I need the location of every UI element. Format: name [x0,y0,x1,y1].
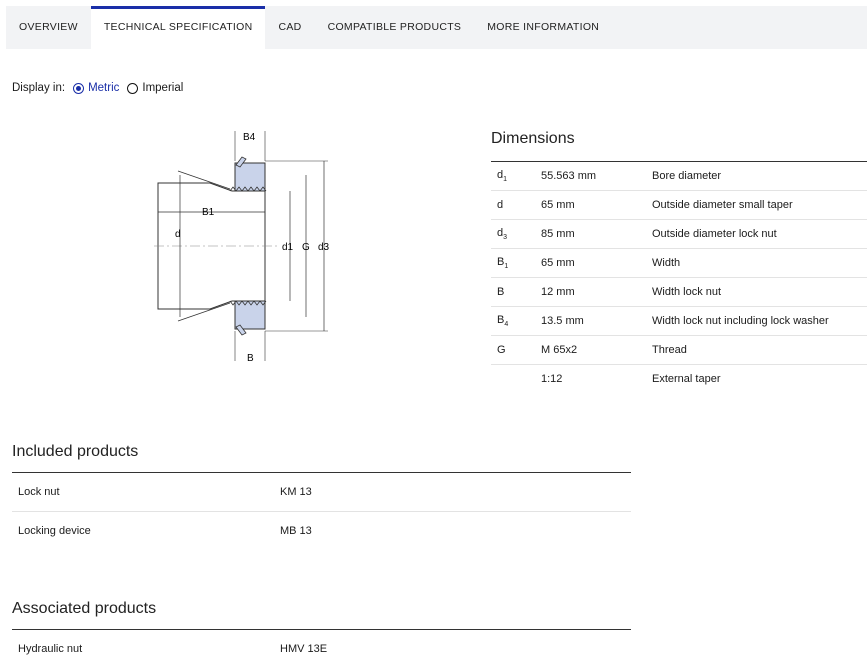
imperial-radio[interactable] [127,82,139,94]
table-row: Locking device MB 13 [12,512,631,550]
associated-products-title: Associated products [12,600,157,617]
label-b1: B1 [202,207,215,218]
symbol: d3 [497,226,508,242]
label-b: B [247,353,254,364]
product-name: Locking device [18,525,91,537]
table-row: Hydraulic nut HMV 13E [12,630,631,668]
table-row: d1 55.563 mm Bore diameter [491,162,867,191]
table-row: 1:12 External taper [491,365,867,393]
label-d3: d3 [318,242,330,253]
tab-more-information[interactable]: MORE INFORMATION [474,6,612,49]
value: M 65x2 [541,344,578,356]
table-row: B4 13.5 mm Width lock nut including lock… [491,307,867,336]
description: External taper [652,373,721,385]
table-row: B1 65 mm Width [491,249,867,278]
metric-radio[interactable] [73,82,85,94]
symbol: G [497,344,506,356]
product-designation[interactable]: MB 13 [280,525,631,537]
product-designation[interactable]: HMV 13E [280,643,631,655]
description: Width lock nut [652,286,722,298]
unit-selector: Display in: Metric Imperial [12,82,183,94]
table-row: Lock nut KM 13 [12,473,631,512]
symbol: B [497,286,505,298]
symbol: d1 [497,168,508,184]
label-g: G [302,242,310,253]
description: Outside diameter lock nut [652,228,777,240]
table-row: d 65 mm Outside diameter small taper [491,191,867,220]
description: Width [652,257,681,269]
table-row: d3 85 mm Outside diameter lock nut [491,220,867,249]
adapter-sleeve-diagram: B4 B1 d d1 G d3 B [154,131,330,364]
value: 1:12 [541,373,563,385]
included-products-title: Included products [12,443,139,460]
tab-overview[interactable]: OVERVIEW [6,6,91,49]
table-row: B 12 mm Width lock nut [491,278,867,307]
symbol: d [497,199,504,211]
dimensions-title: Dimensions [491,130,575,147]
symbol: B1 [497,255,509,271]
lock-nut-top [234,162,266,192]
label-d1: d1 [282,242,294,253]
product-name: Hydraulic nut [18,643,83,655]
value: 13.5 mm [541,315,584,327]
description: Outside diameter small taper [652,199,793,211]
value: 65 mm [541,199,575,211]
value: 65 mm [541,257,575,269]
taper-line-top [177,170,231,190]
product-designation[interactable]: KM 13 [280,486,631,498]
metric-option-label[interactable]: Metric [88,82,119,94]
label-d: d [175,229,181,240]
value: 12 mm [541,286,575,298]
lock-nut-bottom [234,300,266,330]
tab-compatible-products[interactable]: COMPATIBLE PRODUCTS [315,6,475,49]
description: Bore diameter [652,170,722,182]
imperial-option-label[interactable]: Imperial [142,82,183,94]
taper-line-bottom [177,302,231,322]
product-name: Lock nut [18,486,60,498]
description: Thread [652,344,687,356]
tab-bar: OVERVIEW TECHNICAL SPECIFICATION CAD COM… [6,6,867,49]
associated-products-table: Hydraulic nut HMV 13E [12,629,631,668]
tab-technical-specification[interactable]: TECHNICAL SPECIFICATION [90,6,266,49]
value: 85 mm [541,228,575,240]
dimensions-table: d1 55.563 mm Bore diameter d 65 mm Outsi… [491,161,867,393]
value: 55.563 mm [541,170,597,182]
description: Width lock nut including lock washer [652,315,829,327]
included-products-table: Lock nut KM 13 Locking device MB 13 [12,472,631,550]
tab-cad[interactable]: CAD [265,6,314,49]
table-row: G M 65x2 Thread [491,336,867,365]
display-label: Display in: [12,82,66,94]
label-b4: B4 [243,132,256,143]
symbol: B4 [497,313,509,329]
